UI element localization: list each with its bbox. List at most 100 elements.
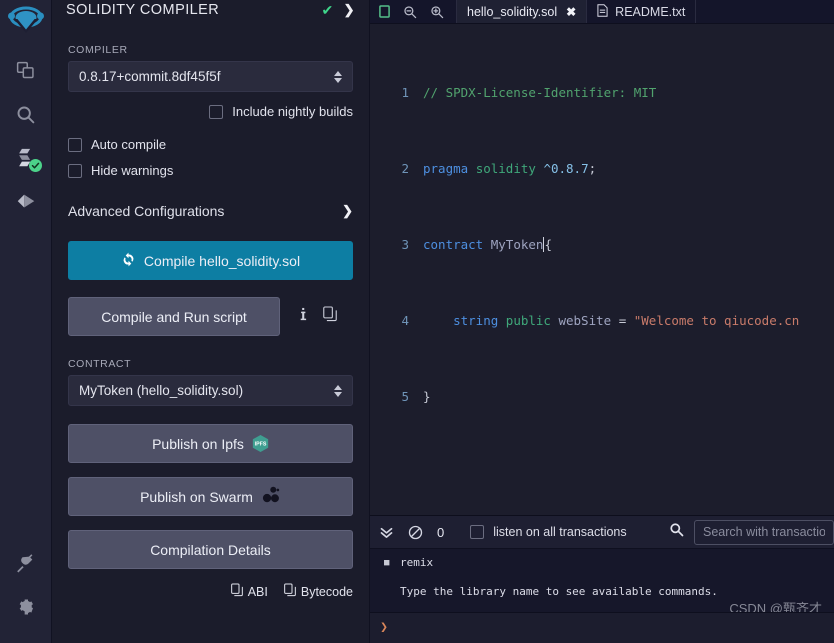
panel-title: SOLIDITY COMPILER <box>66 2 220 18</box>
compiler-version-value: 0.8.17+commit.8df45f5f <box>79 69 221 84</box>
abi-bytecode-row: ABI Bytecode <box>68 583 353 600</box>
line-text: } <box>423 387 431 406</box>
search-icon[interactable] <box>669 522 684 542</box>
compile-run-icons <box>280 306 337 327</box>
code-line: 2 pragma solidity ^0.8.7; <box>370 159 834 178</box>
line-number: 1 <box>401 85 409 100</box>
refresh-icon <box>121 252 136 270</box>
tab-hello-solidity-sol[interactable]: hello_solidity.sol ✖ <box>457 0 588 23</box>
tab-readme-txt[interactable]: README.txt <box>587 0 697 23</box>
solidity-compiler-panel: SOLIDITY COMPILER ✔ ❯ COMPILER 0.8.17+co… <box>52 0 370 643</box>
auto-compile-row[interactable]: Auto compile <box>68 137 353 152</box>
terminal-search-group <box>669 519 834 545</box>
zoom-out-icon[interactable] <box>403 5 417 19</box>
compile-button[interactable]: Compile hello_solidity.sol <box>68 241 353 280</box>
sidebar-item-solidity-compiler[interactable] <box>0 136 52 180</box>
compilation-details-button[interactable]: Compilation Details <box>68 530 353 569</box>
compile-and-run-script-button[interactable]: Compile and Run script <box>68 297 280 336</box>
line-number: 5 <box>401 389 409 404</box>
publish-on-swarm-button[interactable]: Publish on Swarm <box>68 477 353 516</box>
code-line: 4 string public webSite = "Welcome to qi… <box>370 311 834 330</box>
hide-warnings-row[interactable]: Hide warnings <box>68 163 353 178</box>
compile-success-badge <box>28 159 42 172</box>
zoom-in-icon[interactable] <box>430 5 444 19</box>
terminal-prompt-row[interactable]: ❯ <box>370 612 834 643</box>
toggle-panel-icon[interactable] <box>379 5 390 18</box>
info-icon[interactable] <box>297 307 310 327</box>
copy-bytecode-button[interactable]: Bytecode <box>284 583 353 600</box>
sidebar-item-deploy-run[interactable] <box>0 180 52 224</box>
code-token: { <box>544 237 552 252</box>
terminal-search-input[interactable] <box>694 519 834 545</box>
sidebar-item-plugin-manager[interactable] <box>0 541 52 585</box>
terminal-panel: 0 listen on all transactions ■ <box>370 515 834 643</box>
listen-all-transactions-checkbox[interactable] <box>470 525 485 539</box>
bullet-icon: ■ <box>384 558 390 568</box>
terminal-log-item: ■ remix <box>370 555 834 571</box>
line-text: contract MyToken{ <box>423 235 552 254</box>
bytecode-label: Bytecode <box>300 584 353 599</box>
chevron-double-down-icon[interactable] <box>379 525 394 540</box>
sidebar-item-file-explorer[interactable] <box>0 48 52 92</box>
code-token: public <box>505 313 551 328</box>
code-line: 1 // SPDX-License-Identifier: MIT <box>370 83 834 102</box>
code-token: } <box>423 389 431 404</box>
advanced-configurations-label: Advanced Configurations <box>68 203 225 219</box>
file-text-icon <box>597 3 608 20</box>
remix-ide-window: SOLIDITY COMPILER ✔ ❯ COMPILER 0.8.17+co… <box>0 0 834 643</box>
close-icon[interactable]: ✖ <box>566 5 576 19</box>
console-count: 0 <box>437 524 445 540</box>
panel-expand-chevron-icon[interactable]: ❯ <box>344 2 355 18</box>
tab-label: README.txt <box>615 4 686 19</box>
contract-select[interactable]: MyToken (hello_solidity.sol) <box>68 375 353 406</box>
copy-icon[interactable] <box>323 306 337 327</box>
sidebar-item-settings[interactable] <box>0 585 52 629</box>
code-token: webSite <box>558 313 612 328</box>
hide-warnings-checkbox[interactable] <box>68 163 82 178</box>
terminal-toolbar: 0 listen on all transactions <box>370 516 834 549</box>
line-number: 2 <box>401 161 409 176</box>
copy-abi-button[interactable]: ABI <box>230 583 268 600</box>
listen-all-transactions-row[interactable]: listen on all transactions <box>470 525 627 539</box>
compile-button-label: Compile hello_solidity.sol <box>143 252 301 269</box>
clear-console-ban-icon[interactable] <box>408 525 423 540</box>
panel-header: SOLIDITY COMPILER ✔ ❯ <box>52 0 369 22</box>
code-editor[interactable]: 1 // SPDX-License-Identifier: MIT 2 prag… <box>370 24 834 515</box>
deploy-run-icon <box>15 191 37 213</box>
auto-compile-label: Auto compile <box>91 137 167 152</box>
main-area: hello_solidity.sol ✖ README.txt 1 // SPD… <box>370 0 834 643</box>
plug-icon <box>15 553 36 574</box>
hide-warnings-label: Hide warnings <box>91 163 174 178</box>
include-nightly-checkbox[interactable] <box>209 104 224 119</box>
code-token: solidity <box>475 161 536 176</box>
code-token: contract <box>423 237 484 252</box>
search-icon <box>15 104 36 125</box>
terminal-command-input[interactable] <box>398 613 834 643</box>
terminal-output[interactable]: ■ remix Type the library name to see ava… <box>370 549 834 643</box>
compilation-details-label: Compilation Details <box>150 541 271 558</box>
auto-compile-checkbox[interactable] <box>68 137 82 152</box>
line-number: 3 <box>401 237 409 252</box>
code-token: MyToken <box>490 237 544 252</box>
remix-logo[interactable] <box>0 0 52 48</box>
copy-icon <box>230 583 243 600</box>
include-nightly-row[interactable]: Include nightly builds <box>68 104 353 119</box>
publish-on-ipfs-button[interactable]: Publish on Ipfs IPFS <box>68 424 353 463</box>
chevron-updown-icon <box>334 70 342 83</box>
chevron-right-icon: ❯ <box>342 203 353 218</box>
sidebar-item-search[interactable] <box>0 92 52 136</box>
tab-label: hello_solidity.sol <box>467 4 558 19</box>
activity-icon-bar <box>0 0 52 643</box>
chevron-updown-icon <box>334 384 342 397</box>
code-token: ^0.8.7 <box>543 161 589 176</box>
compiler-version-select[interactable]: 0.8.17+commit.8df45f5f <box>68 61 353 92</box>
compiler-section-label: COMPILER <box>68 44 128 56</box>
ipfs-icon: IPFS <box>252 434 269 453</box>
include-nightly-label: Include nightly builds <box>232 104 353 119</box>
advanced-configurations-toggle[interactable]: Advanced Configurations ❯ <box>68 203 353 219</box>
line-number: 4 <box>401 313 409 328</box>
settings-gear-icon <box>16 597 36 617</box>
abi-label: ABI <box>247 584 268 599</box>
